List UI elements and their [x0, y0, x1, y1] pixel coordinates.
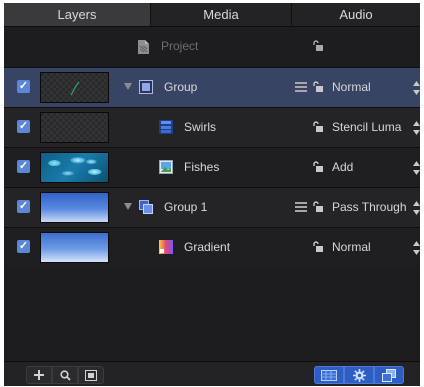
tab-layers[interactable]: Layers [4, 3, 151, 26]
visibility-checkbox[interactable]: ✓ [17, 200, 30, 213]
layer-name[interactable]: Fishes [184, 160, 219, 174]
swirls-layer-icon [159, 120, 173, 134]
layer-name[interactable]: Swirls [184, 120, 216, 134]
layer-row-gradient[interactable]: ✓ Gradient Normal [4, 227, 420, 267]
layer-row-fishes[interactable]: ✓ Fishes Add [4, 147, 420, 187]
visibility-checkbox[interactable]: ✓ [17, 120, 30, 133]
blend-stepper-icon[interactable] [413, 79, 420, 97]
tab-bar: Layers Media Audio [4, 3, 420, 27]
duplicate-icon [382, 368, 396, 382]
disclosure-triangle-icon[interactable] [124, 203, 132, 210]
grid-icon [321, 369, 337, 381]
layer-row-group[interactable]: ✓ Group Normal [4, 67, 420, 107]
lock-icon[interactable] [312, 161, 324, 173]
duplicate-button[interactable] [374, 366, 404, 384]
layer-thumbnail [40, 152, 109, 183]
lock-icon[interactable] [312, 241, 324, 253]
visibility-checkbox[interactable]: ✓ [17, 240, 30, 253]
blend-mode[interactable]: Normal [332, 80, 371, 94]
blend-mode[interactable]: Stencil Luma [332, 120, 401, 134]
visibility-checkbox[interactable]: ✓ [17, 160, 30, 173]
project-icon [138, 40, 149, 54]
project-label: Project [161, 39, 199, 53]
image-layer-icon [159, 160, 173, 174]
gradient-layer-icon [159, 240, 173, 254]
layer-row-group-1[interactable]: ✓ Group 1 Pass Through [4, 187, 420, 227]
blend-mode[interactable]: Normal [332, 240, 371, 254]
layer-name[interactable]: Gradient [184, 240, 230, 254]
blend-stepper-icon[interactable] [413, 239, 420, 257]
project-row[interactable]: Project [4, 27, 420, 67]
blend-mode[interactable]: Add [332, 160, 353, 174]
layer-row-swirls[interactable]: ✓ Swirls Stencil Luma [4, 107, 420, 147]
clip-icon [85, 369, 97, 381]
layer-name[interactable]: Group [164, 80, 197, 94]
settings-button[interactable] [344, 366, 374, 384]
lock-icon[interactable] [312, 121, 324, 133]
gear-icon [352, 368, 366, 382]
clip-button[interactable] [78, 366, 104, 384]
blend-stepper-icon[interactable] [413, 159, 420, 177]
tab-media[interactable]: Media [151, 3, 292, 26]
stack-icon[interactable] [295, 82, 307, 92]
blend-stepper-icon[interactable] [413, 199, 420, 217]
layers-panel: Layers Media Audio Project ✓ Group Norma… [4, 3, 420, 386]
search-button[interactable] [52, 366, 78, 384]
layer-thumbnail [40, 72, 109, 103]
group-icon [139, 80, 153, 94]
visibility-checkbox[interactable]: ✓ [17, 80, 30, 93]
layer-thumbnail [40, 232, 109, 263]
tab-audio[interactable]: Audio [292, 3, 420, 26]
blend-mode[interactable]: Pass Through [332, 200, 407, 214]
layer-name[interactable]: Group 1 [164, 200, 207, 214]
add-icon [34, 370, 44, 380]
add-layer-button[interactable] [26, 366, 52, 384]
lock-icon[interactable] [312, 201, 324, 213]
disclosure-triangle-icon[interactable] [124, 83, 132, 90]
thumbnail-grid-button[interactable] [314, 366, 344, 384]
lock-icon[interactable] [312, 81, 324, 93]
layer-thumbnail [40, 112, 109, 143]
swirl-thumbnail-icon [70, 81, 80, 96]
lock-icon[interactable] [312, 40, 324, 52]
search-icon [59, 369, 71, 381]
footer-toolbar [4, 361, 420, 386]
layer-thumbnail [40, 192, 109, 223]
blend-stepper-icon[interactable] [413, 119, 420, 137]
group-icon [139, 200, 153, 214]
stack-icon[interactable] [295, 202, 307, 212]
